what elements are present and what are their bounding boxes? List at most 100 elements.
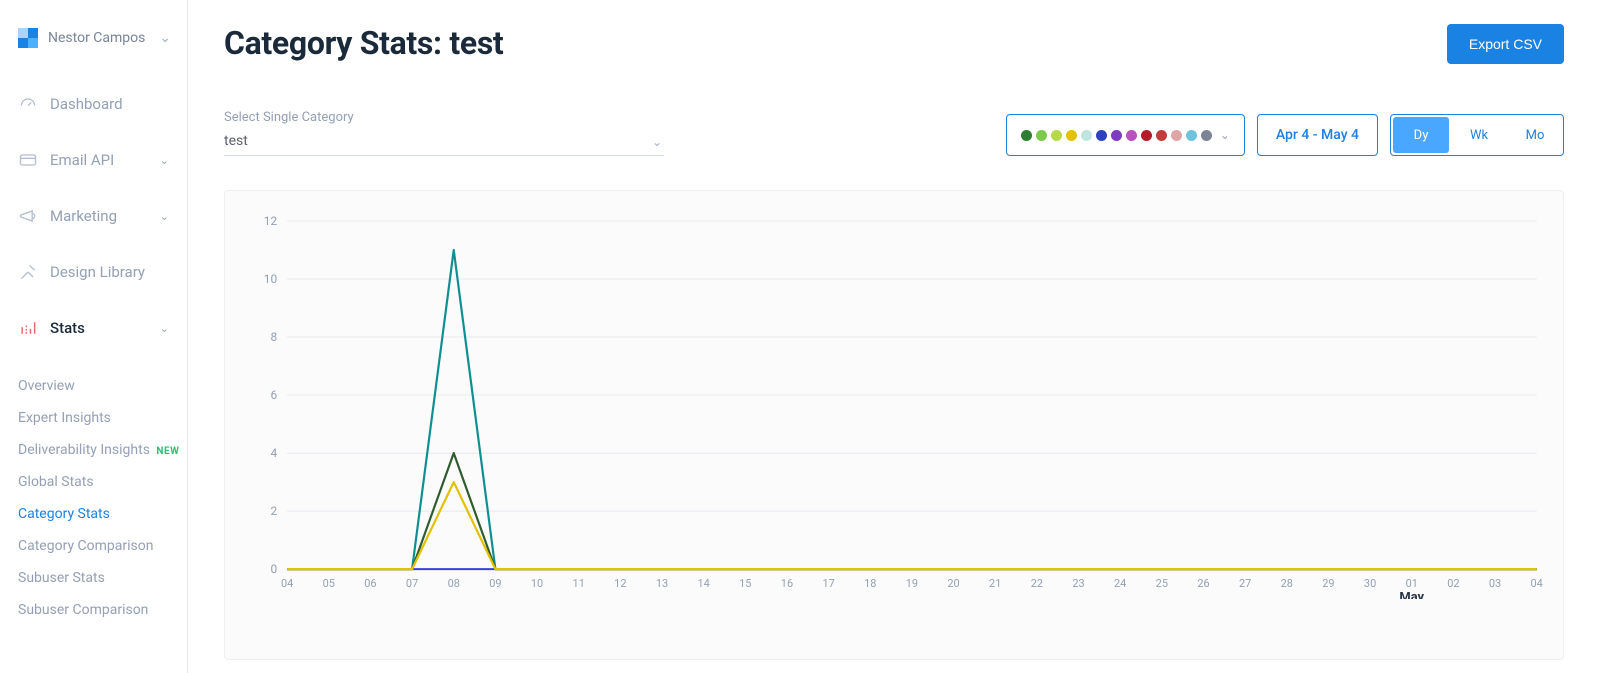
sidebar-item-label: Stats bbox=[50, 319, 85, 337]
svg-text:29: 29 bbox=[1322, 577, 1334, 590]
line-chart: 0246810120405060708091011121314151617181… bbox=[233, 211, 1555, 599]
brand-logo-icon bbox=[18, 28, 38, 48]
granularity-month[interactable]: Mo bbox=[1507, 115, 1563, 155]
svg-text:2: 2 bbox=[270, 504, 277, 518]
svg-text:17: 17 bbox=[822, 577, 834, 590]
svg-text:18: 18 bbox=[864, 577, 876, 590]
svg-text:25: 25 bbox=[1156, 577, 1168, 590]
svg-text:0: 0 bbox=[270, 562, 277, 576]
chevron-down-icon: ⌄ bbox=[159, 30, 171, 46]
sidebar-item-dashboard[interactable]: Dashboard bbox=[0, 76, 187, 132]
submenu-deliverability-insights[interactable]: Deliverability Insights NEW bbox=[12, 434, 187, 466]
sidebar-item-design-library[interactable]: Design Library bbox=[0, 244, 187, 300]
series-legend-dropdown[interactable]: ⌄ bbox=[1006, 114, 1245, 156]
svg-text:27: 27 bbox=[1239, 577, 1251, 590]
svg-text:14: 14 bbox=[697, 577, 709, 590]
sidebar-item-label: Marketing bbox=[50, 207, 117, 225]
svg-text:24: 24 bbox=[1114, 577, 1126, 590]
gauge-icon bbox=[18, 94, 38, 114]
svg-text:10: 10 bbox=[531, 577, 543, 590]
legend-dot bbox=[1111, 130, 1122, 141]
main-content: Category Stats: test Export CSV Select S… bbox=[188, 0, 1600, 673]
svg-text:01: 01 bbox=[1406, 577, 1418, 590]
chart-panel: 0246810120405060708091011121314151617181… bbox=[224, 190, 1564, 660]
svg-text:10: 10 bbox=[264, 272, 278, 286]
svg-text:11: 11 bbox=[573, 577, 585, 590]
category-select-value: test bbox=[224, 133, 248, 149]
submenu-category-comparison[interactable]: Category Comparison bbox=[12, 530, 187, 562]
date-range-picker[interactable]: Apr 4 - May 4 bbox=[1257, 114, 1378, 156]
svg-text:23: 23 bbox=[1072, 577, 1084, 590]
sidebar-item-label: Email API bbox=[50, 151, 114, 169]
stats-submenu: Overview Expert Insights Deliverability … bbox=[0, 366, 187, 626]
chevron-down-icon: ⌄ bbox=[160, 154, 169, 167]
submenu-overview[interactable]: Overview bbox=[12, 370, 187, 402]
submenu-subuser-comparison[interactable]: Subuser Comparison bbox=[12, 594, 187, 626]
account-name: Nestor Campos bbox=[48, 30, 145, 46]
legend-dot bbox=[1156, 130, 1167, 141]
granularity-week[interactable]: Wk bbox=[1451, 115, 1507, 155]
legend-dot bbox=[1141, 130, 1152, 141]
sidebar-item-marketing[interactable]: Marketing ⌄ bbox=[0, 188, 187, 244]
chevron-down-icon: ⌄ bbox=[160, 210, 169, 223]
svg-text:6: 6 bbox=[270, 388, 277, 402]
page-title: Category Stats: test bbox=[224, 24, 503, 62]
svg-text:4: 4 bbox=[270, 446, 277, 460]
sidebar-item-email-api[interactable]: Email API ⌄ bbox=[0, 132, 187, 188]
svg-text:12: 12 bbox=[614, 577, 626, 590]
sidebar: Nestor Campos ⌄ Dashboard Email API ⌄ bbox=[0, 0, 188, 673]
submenu-subuser-stats[interactable]: Subuser Stats bbox=[12, 562, 187, 594]
legend-dot bbox=[1021, 130, 1032, 141]
sidebar-item-label: Design Library bbox=[50, 263, 145, 281]
svg-text:28: 28 bbox=[1281, 577, 1293, 590]
card-icon bbox=[18, 150, 38, 170]
submenu-category-stats[interactable]: Category Stats bbox=[12, 498, 187, 530]
granularity-day[interactable]: Dy bbox=[1393, 117, 1449, 153]
submenu-expert-insights[interactable]: Expert Insights bbox=[12, 402, 187, 434]
legend-dot bbox=[1096, 130, 1107, 141]
megaphone-icon bbox=[18, 206, 38, 226]
legend-dot bbox=[1126, 130, 1137, 141]
legend-dot bbox=[1036, 130, 1047, 141]
svg-text:05: 05 bbox=[323, 577, 335, 590]
category-select-block: Select Single Category test ⌄ bbox=[224, 110, 664, 156]
category-select[interactable]: test ⌄ bbox=[224, 131, 664, 156]
primary-nav: Dashboard Email API ⌄ Marketing ⌄ bbox=[0, 66, 187, 366]
filter-controls: ⌄ Apr 4 - May 4 Dy Wk Mo bbox=[1006, 114, 1564, 156]
svg-text:12: 12 bbox=[264, 214, 278, 228]
svg-text:06: 06 bbox=[364, 577, 376, 590]
legend-dot bbox=[1081, 130, 1092, 141]
legend-dot bbox=[1171, 130, 1182, 141]
date-range-value: Apr 4 - May 4 bbox=[1276, 127, 1359, 143]
svg-text:20: 20 bbox=[947, 577, 959, 590]
svg-text:02: 02 bbox=[1447, 577, 1459, 590]
legend-dot bbox=[1186, 130, 1197, 141]
svg-text:07: 07 bbox=[406, 577, 418, 590]
svg-text:08: 08 bbox=[448, 577, 460, 590]
tools-icon bbox=[18, 262, 38, 282]
sidebar-item-stats[interactable]: Stats ⌄ bbox=[0, 300, 187, 356]
svg-text:21: 21 bbox=[989, 577, 1001, 590]
svg-text:04: 04 bbox=[1531, 577, 1543, 590]
chevron-down-icon: ⌄ bbox=[652, 135, 662, 149]
svg-text:30: 30 bbox=[1364, 577, 1376, 590]
svg-text:04: 04 bbox=[281, 577, 293, 590]
svg-text:8: 8 bbox=[270, 330, 277, 344]
chevron-down-icon: ⌄ bbox=[160, 322, 169, 335]
svg-text:13: 13 bbox=[656, 577, 668, 590]
sidebar-item-label: Dashboard bbox=[50, 95, 123, 113]
submenu-global-stats[interactable]: Global Stats bbox=[12, 466, 187, 498]
category-select-label: Select Single Category bbox=[224, 110, 664, 125]
account-switcher[interactable]: Nestor Campos ⌄ bbox=[0, 28, 187, 66]
granularity-toggle: Dy Wk Mo bbox=[1390, 114, 1564, 156]
svg-text:03: 03 bbox=[1489, 577, 1501, 590]
legend-dot bbox=[1066, 130, 1077, 141]
submenu-label: Deliverability Insights bbox=[18, 442, 150, 458]
svg-text:09: 09 bbox=[489, 577, 501, 590]
svg-text:19: 19 bbox=[906, 577, 918, 590]
svg-text:26: 26 bbox=[1197, 577, 1209, 590]
svg-text:22: 22 bbox=[1031, 577, 1043, 590]
svg-text:15: 15 bbox=[739, 577, 751, 590]
legend-dot bbox=[1051, 130, 1062, 141]
export-csv-button[interactable]: Export CSV bbox=[1447, 24, 1564, 64]
